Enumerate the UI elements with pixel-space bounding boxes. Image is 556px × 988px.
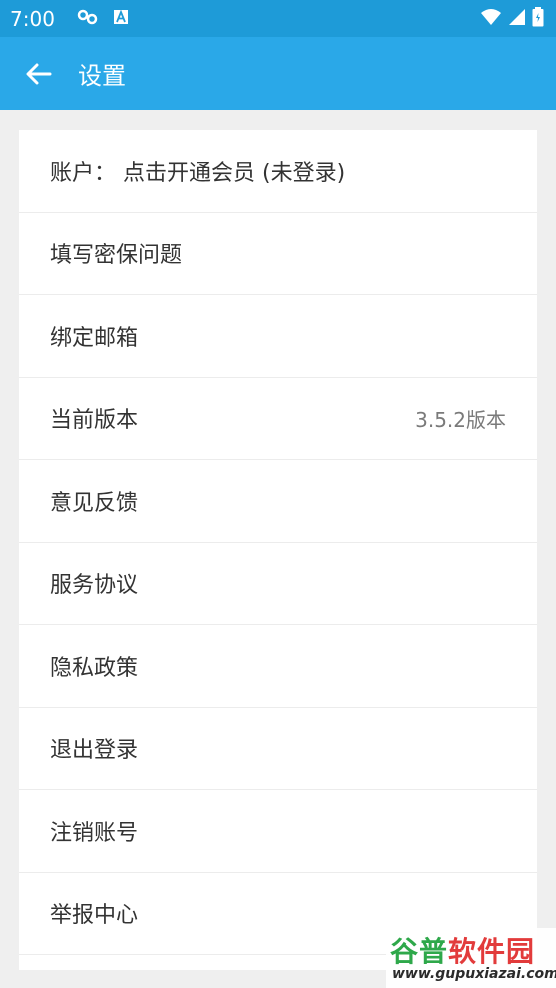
settings-item-account[interactable]: 账户： 点击开通会员 (未登录) bbox=[19, 130, 537, 213]
settings-item-label: 意见反馈 bbox=[50, 490, 139, 516]
app-bar: 设置 bbox=[0, 37, 556, 110]
system-icons bbox=[480, 6, 544, 31]
settings-item-bind-email[interactable]: 绑定邮箱 bbox=[19, 295, 537, 378]
settings-item-label: 隐私政策 bbox=[50, 655, 139, 681]
settings-item-privacy-policy[interactable]: 隐私政策 bbox=[19, 625, 537, 708]
settings-item-service-agreement[interactable]: 服务协议 bbox=[19, 543, 537, 625]
settings-item-label: 服务协议 bbox=[50, 573, 139, 599]
sync-icon bbox=[77, 9, 99, 29]
watermark-brand: 谷普软件园 bbox=[390, 935, 536, 968]
settings-list: 账户： 点击开通会员 (未登录) 填写密保问题 绑定邮箱 当前版本 3.5.2版… bbox=[19, 130, 537, 970]
notification-icons bbox=[77, 9, 129, 29]
back-button[interactable] bbox=[24, 59, 54, 89]
settings-item-label: 当前版本 bbox=[50, 408, 139, 434]
settings-item-label: 举报中心 bbox=[50, 903, 139, 929]
settings-item-label: 填写密保问题 bbox=[50, 243, 183, 269]
settings-item-security-question[interactable]: 填写密保问题 bbox=[19, 213, 537, 295]
settings-item-label: 注销账号 bbox=[50, 820, 139, 846]
settings-item-feedback[interactable]: 意见反馈 bbox=[19, 460, 537, 543]
settings-item-version[interactable]: 当前版本 3.5.2版本 bbox=[19, 378, 537, 460]
arrow-left-icon bbox=[26, 63, 52, 84]
font-a-icon bbox=[113, 9, 129, 29]
settings-item-logout[interactable]: 退出登录 bbox=[19, 708, 537, 790]
settings-item-label: 退出登录 bbox=[50, 738, 139, 764]
battery-icon bbox=[532, 6, 544, 31]
status-bar: 7:00 bbox=[0, 0, 556, 37]
watermark: 谷普软件园 www.gupuxiazai.com bbox=[386, 928, 556, 988]
signal-icon bbox=[508, 8, 526, 30]
version-value: 3.5.2版本 bbox=[415, 407, 506, 432]
watermark-url: www.gupuxiazai.com bbox=[392, 966, 556, 982]
settings-item-delete-account[interactable]: 注销账号 bbox=[19, 790, 537, 873]
wifi-icon bbox=[480, 8, 502, 30]
page-title: 设置 bbox=[78, 62, 126, 90]
settings-item-label: 账户： 点击开通会员 (未登录) bbox=[50, 160, 346, 186]
status-time: 7:00 bbox=[10, 6, 55, 31]
settings-item-label: 绑定邮箱 bbox=[50, 325, 139, 351]
